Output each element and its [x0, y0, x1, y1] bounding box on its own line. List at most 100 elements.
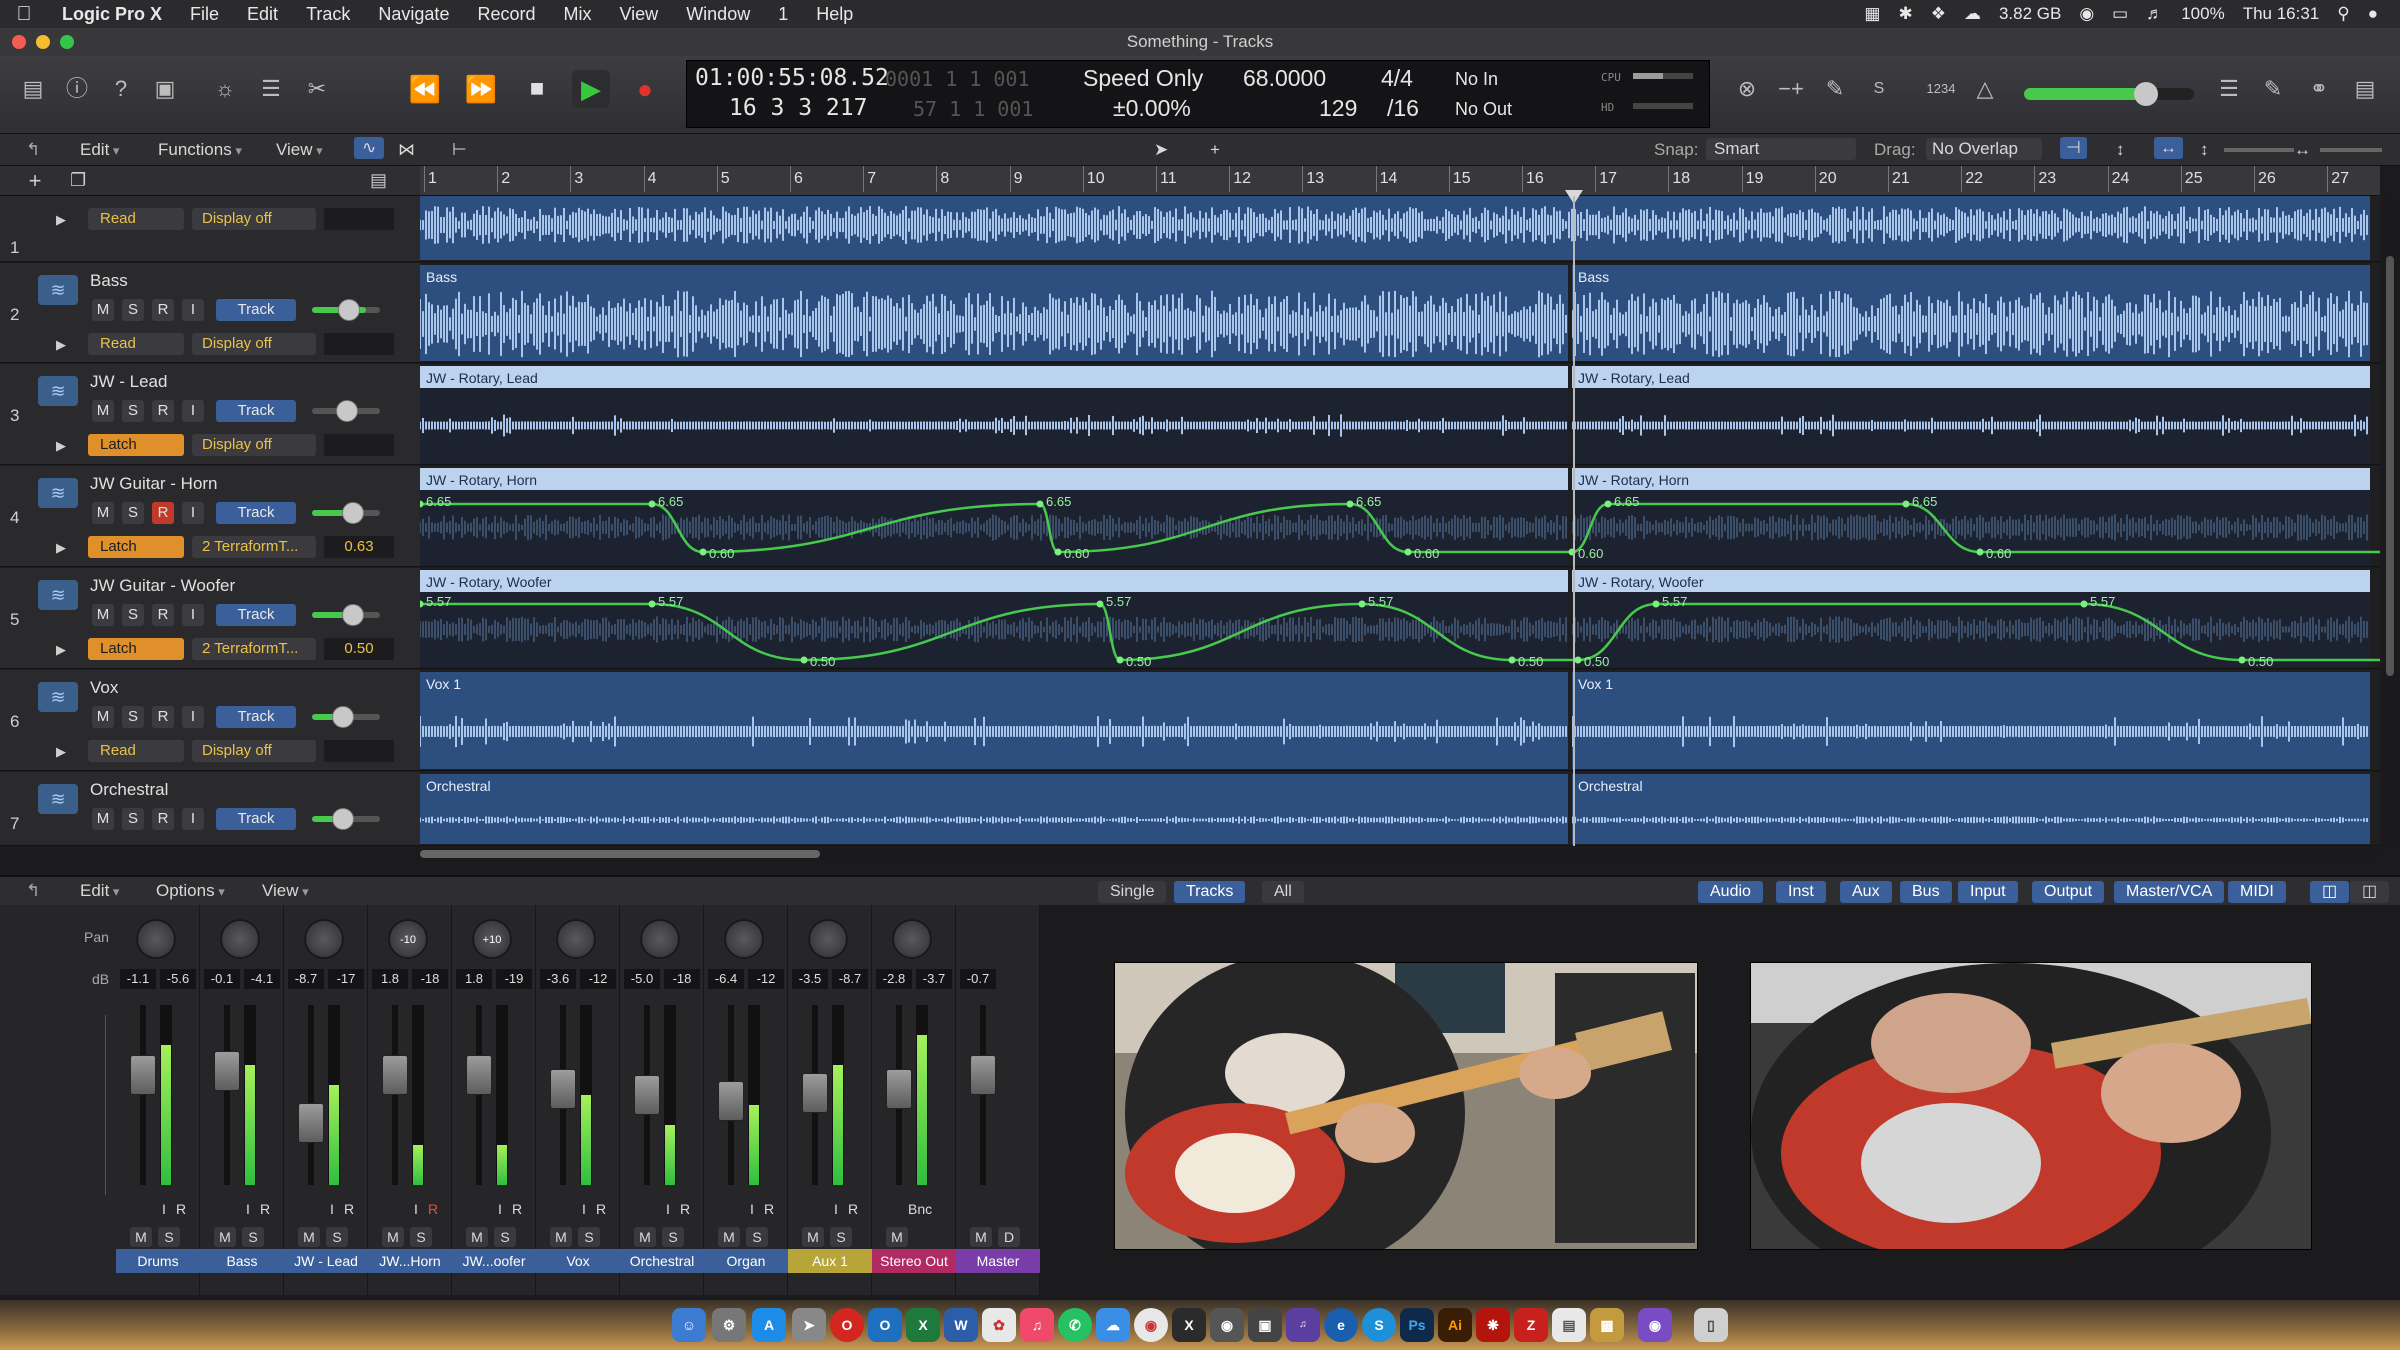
track-i-button[interactable]: I: [182, 502, 204, 524]
bluetooth-icon[interactable]: ✱: [1898, 4, 1912, 24]
flex-icon[interactable]: ⋈: [398, 140, 415, 160]
automation-track-button[interactable]: Track: [216, 400, 296, 422]
input-monitor-button[interactable]: I: [246, 1201, 250, 1217]
audio-region[interactable]: Vox 1: [420, 672, 1568, 769]
minimize-button[interactable]: [36, 35, 50, 49]
volume-readout[interactable]: -5.0: [624, 969, 660, 989]
mixer-all-tab[interactable]: All: [1262, 881, 1304, 903]
pan-knob[interactable]: +10: [472, 919, 512, 959]
whatsapp-icon[interactable]: ✆: [1058, 1308, 1092, 1342]
marquee-tool-icon[interactable]: +: [1210, 140, 1220, 160]
video-player-right[interactable]: [1750, 962, 2312, 1250]
playhead[interactable]: [1573, 196, 1575, 846]
toolbar-icon[interactable]: ▣: [146, 70, 184, 108]
track-s-button[interactable]: S: [122, 706, 144, 728]
peak-readout[interactable]: -5.6: [160, 969, 196, 989]
channel-name[interactable]: JW...oofer: [452, 1249, 536, 1273]
audio-region[interactable]: JW - Rotary, Lead: [1572, 366, 2370, 463]
filter-aux[interactable]: Aux: [1840, 881, 1892, 903]
automation-track-button[interactable]: Track: [216, 604, 296, 626]
peak-readout[interactable]: -12: [748, 969, 784, 989]
editors-icon[interactable]: ✂: [298, 70, 336, 108]
volume-fader[interactable]: [550, 1069, 576, 1109]
track-r-button[interactable]: R: [152, 808, 174, 830]
audio-region[interactable]: JW - Rotary, Lead: [420, 366, 1568, 463]
ruler-bar-7[interactable]: 7: [863, 166, 876, 192]
audio-track-icon[interactable]: ≋: [38, 580, 78, 610]
disclosure-triangle-icon[interactable]: ▶: [56, 642, 66, 658]
automation-value[interactable]: [324, 208, 394, 230]
disclosure-triangle-icon[interactable]: ▶: [56, 337, 66, 353]
stop-icon[interactable]: ■: [518, 70, 556, 108]
filter-midi[interactable]: MIDI: [2228, 881, 2286, 903]
peak-readout[interactable]: -12: [580, 969, 616, 989]
track-m-button[interactable]: M: [92, 604, 114, 626]
track-volume-slider[interactable]: [312, 502, 380, 524]
channel-name[interactable]: Orchestral: [620, 1249, 704, 1273]
track-volume-slider[interactable]: [312, 604, 380, 626]
track-s-button[interactable]: S: [122, 808, 144, 830]
play-icon[interactable]: ▶: [572, 70, 610, 108]
automation-parameter-select[interactable]: Display off: [192, 434, 316, 456]
track-r-button[interactable]: R: [152, 604, 174, 626]
count-in-icon[interactable]: −+: [1772, 70, 1810, 108]
automation-value[interactable]: [324, 333, 394, 355]
excel-icon[interactable]: X: [906, 1308, 940, 1342]
channel-name[interactable]: Organ: [704, 1249, 788, 1273]
channel-name[interactable]: Vox: [536, 1249, 620, 1273]
vertical-zoom-slider[interactable]: [2224, 148, 2294, 152]
filter-output[interactable]: Output: [2032, 881, 2105, 903]
track-name[interactable]: Orchestral: [90, 780, 168, 800]
record-enable-button[interactable]: R: [596, 1201, 606, 1217]
wifi-icon[interactable]: ◉: [2079, 4, 2094, 24]
inspector-icon[interactable]: ⓘ: [58, 70, 96, 108]
volume-readout[interactable]: -0.1: [204, 969, 240, 989]
video-player-left[interactable]: [1114, 962, 1698, 1250]
track-name[interactable]: JW - Lead: [90, 372, 167, 392]
ruler-bar-10[interactable]: 10: [1082, 166, 1105, 192]
mute-button[interactable]: M: [298, 1227, 320, 1247]
system-prefs-icon[interactable]: ⚙: [712, 1308, 746, 1342]
cloud-icon[interactable]: ☁: [1964, 4, 1981, 24]
mute-button[interactable]: M: [886, 1227, 908, 1247]
peak-readout[interactable]: -18: [412, 969, 448, 989]
horizontal-fit-icon[interactable]: ↔: [2154, 137, 2183, 159]
smart-controls-icon[interactable]: ☼: [206, 70, 244, 108]
metronome-icon[interactable]: △: [1966, 70, 2004, 108]
mixer-edit-menu[interactable]: Edit: [80, 881, 119, 901]
filter-bus[interactable]: Bus: [1900, 881, 1952, 903]
pan-knob[interactable]: [892, 919, 932, 959]
logic-x-icon[interactable]: X: [1172, 1308, 1206, 1342]
automation-value[interactable]: [324, 740, 394, 762]
ruler-bar-21[interactable]: 21: [1888, 166, 1910, 192]
lcd-display[interactable]: 01:00:55:08.52 0001 1 1 001 16 3 3 217 5…: [686, 60, 1710, 128]
volume-fader[interactable]: [886, 1069, 912, 1109]
back-icon[interactable]: ↰: [26, 140, 40, 160]
track-volume-slider[interactable]: [312, 299, 380, 321]
clock[interactable]: Thu 16:31: [2243, 4, 2320, 24]
horizontal-zoom-slider-icon[interactable]: ↔: [2294, 140, 2311, 160]
fast-forward-icon[interactable]: ⏩: [462, 70, 500, 108]
automation-track-button[interactable]: Track: [216, 502, 296, 524]
tracks-vertical-scrollbar[interactable]: [2384, 196, 2396, 846]
audio-region[interactable]: Vox 1: [1572, 672, 2370, 769]
automation-mode-select[interactable]: Read: [88, 208, 184, 230]
snap-select[interactable]: Smart: [1706, 138, 1856, 160]
input-monitor-button[interactable]: I: [498, 1201, 502, 1217]
volume-fader[interactable]: [970, 1055, 996, 1095]
filezilla-icon[interactable]: Z: [1514, 1308, 1548, 1342]
bounce-button[interactable]: Bnc: [908, 1201, 932, 1217]
mixer-icon[interactable]: ☰: [252, 70, 290, 108]
automation-track-button[interactable]: Track: [216, 706, 296, 728]
menu-app-name[interactable]: Logic Pro X: [48, 4, 176, 25]
automation-mode-select[interactable]: Latch: [88, 638, 184, 660]
display-icon[interactable]: ▭: [2112, 4, 2128, 24]
siri-icon[interactable]: ●: [2368, 4, 2378, 24]
replace-icon[interactable]: ⊗: [1728, 70, 1766, 108]
spotlight-icon[interactable]: ⚲: [2337, 4, 2349, 24]
tracks-edit-menu[interactable]: Edit: [80, 140, 119, 160]
waveform-zoom-icon[interactable]: ⊣: [2060, 137, 2087, 159]
pan-knob[interactable]: [136, 919, 176, 959]
volume-fader[interactable]: [214, 1051, 240, 1091]
menu-file[interactable]: File: [176, 4, 233, 25]
